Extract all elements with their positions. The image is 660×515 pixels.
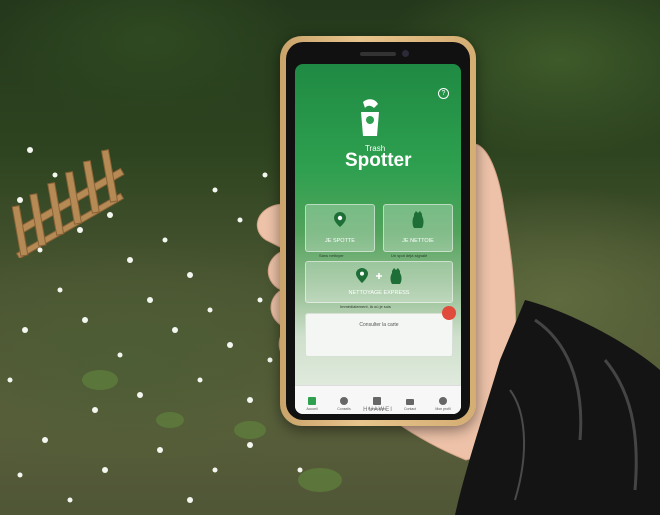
trash-bag-icon [412,211,424,228]
app-screen: ? Trash Spotter JE SPOTTE Sans nettoyer [295,64,461,414]
map-button-label: Consulter la carte [359,322,399,328]
phone-brand-label: HUAWEI [363,407,393,413]
earpiece-speaker [360,52,396,56]
trashspotter-logo-icon [361,99,379,136]
jacket-sleeve [455,300,660,515]
help-icon[interactable]: ? [438,88,449,99]
map-pin-icon [334,212,346,227]
spot-subtitle: Sans nettoyer [319,253,344,258]
home-icon [308,397,316,405]
spot-button[interactable]: JE SPOTTE [305,204,375,252]
chat-bubble-icon [340,397,348,405]
gift-icon [373,397,381,405]
express-button-label: NETTOYAGE EXPRESS [348,290,410,296]
logo-text-big: Spotter [345,150,412,171]
mail-icon [406,399,414,405]
front-camera [402,50,409,57]
clean-button[interactable]: JE NETTOIE [383,204,453,252]
smartphone: ? Trash Spotter JE SPOTTE Sans nettoyer [280,36,476,426]
pin-plus-bag-icon [356,268,402,284]
photo-scene: ? Trash Spotter JE SPOTTE Sans nettoyer [0,0,660,515]
express-clean-button[interactable]: NETTOYAGE EXPRESS [305,261,453,303]
map-button[interactable]: Consulter la carte [305,306,456,357]
clean-button-label: JE NETTOIE [402,238,434,244]
spot-button-label: JE SPOTTE [325,238,355,244]
clean-subtitle: Un spot déjà signalé [391,253,428,258]
phone-bezel: ? Trash Spotter JE SPOTTE Sans nettoyer [286,42,470,420]
express-subtitle: Immédiatement, là où je suis [340,304,391,309]
user-icon [439,397,447,405]
alert-fab-icon[interactable] [442,306,456,320]
